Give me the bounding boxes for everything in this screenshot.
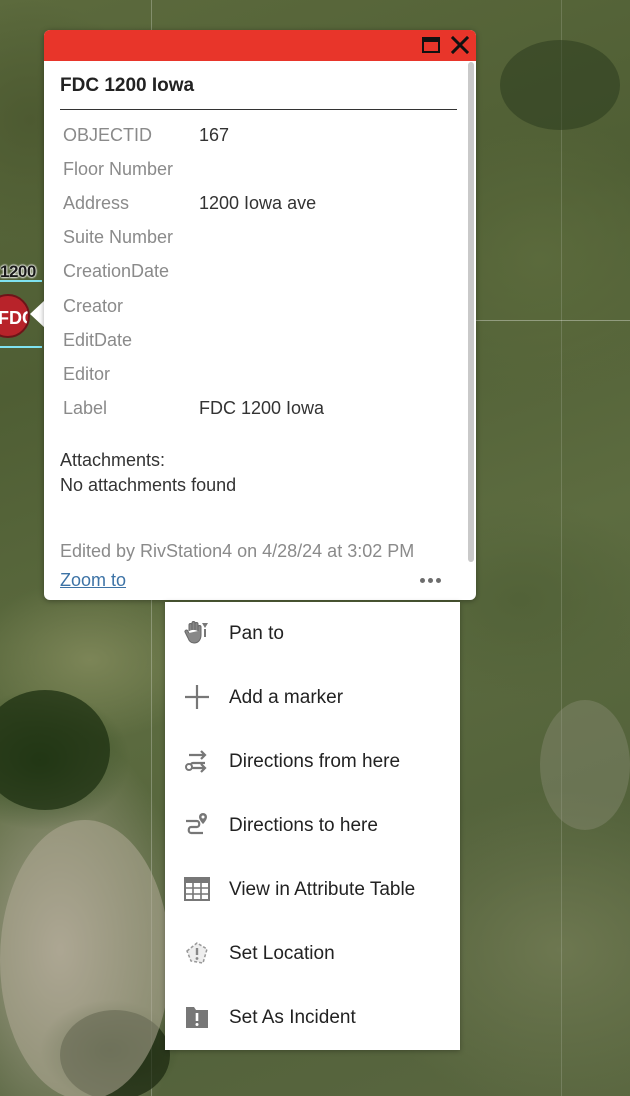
attribute-row: CreationDate [63, 255, 324, 289]
directions-to-icon [182, 810, 212, 840]
maximize-icon [422, 37, 440, 53]
attachments-heading: Attachments: [60, 450, 166, 470]
attachments-empty-text: No attachments found [60, 475, 237, 495]
attribute-row: Address 1200 Iowa ave [63, 186, 324, 220]
attribute-name: Address [63, 192, 130, 213]
attribute-value: 167 [199, 124, 230, 145]
menu-item-label: Add a marker [229, 687, 344, 708]
close-button[interactable] [449, 34, 471, 56]
menu-item-set-as-incident[interactable]: Set As Incident [165, 986, 460, 1050]
attribute-name: Creator [63, 295, 124, 316]
attribute-value: 1200 Iowa ave [199, 192, 317, 213]
ellipsis-icon [419, 577, 425, 583]
attribute-row: Creator [63, 289, 324, 323]
directions-from-icon [182, 746, 212, 776]
tree-canopy [0, 690, 110, 810]
incident-icon [182, 1002, 212, 1032]
pavement-area [0, 820, 170, 1096]
zoom-to-link[interactable]: Zoom to [60, 570, 126, 591]
attribute-row: Floor Number [63, 152, 324, 186]
edit-info-text: Edited by RivStation4 on 4/28/24 at 3:02… [60, 541, 415, 561]
attribute-row: Editor [63, 357, 324, 391]
ground-patch [540, 700, 630, 830]
attribute-value: FDC 1200 Iowa [199, 398, 325, 419]
popup-header [44, 30, 476, 61]
attribute-name: EditDate [63, 329, 133, 350]
feature-highlight-line [0, 346, 42, 348]
menu-item-label: Set Location [229, 943, 335, 964]
tree-canopy [500, 40, 620, 130]
feature-label: 1200 [0, 262, 36, 281]
pan-hand-icon [182, 618, 212, 648]
menu-item-label: Directions from here [229, 751, 401, 772]
title-divider [60, 109, 457, 110]
attribute-row: Label FDC 1200 Iowa [63, 392, 324, 426]
more-actions-button[interactable] [414, 567, 446, 593]
plus-icon [182, 682, 212, 712]
ellipsis-icon [435, 577, 441, 583]
feature-popup: FDC 1200 Iowa OBJECTID 167 Floor Number … [44, 30, 476, 600]
menu-item-directions-to[interactable]: Directions to here [165, 794, 460, 858]
close-icon [451, 36, 469, 54]
attribute-name: CreationDate [63, 261, 170, 282]
attribute-name: Floor Number [63, 158, 174, 179]
menu-item-label: Pan to [229, 623, 284, 644]
attribute-name: Editor [63, 363, 111, 384]
attribute-name: Label [63, 398, 108, 419]
attribute-table: OBJECTID 167 Floor Number Address 1200 I… [63, 118, 324, 426]
actions-menu: Pan to Add a marker Directions from here [165, 602, 460, 1050]
fdc-marker-icon[interactable]: FDC [0, 294, 30, 338]
menu-item-label: Set As Incident [229, 1007, 356, 1028]
popup-pointer [30, 300, 45, 328]
popup-title: FDC 1200 Iowa [60, 75, 195, 96]
menu-item-label: Directions to here [229, 815, 378, 836]
attribute-name: OBJECTID [63, 124, 153, 145]
map-grid-line [476, 320, 630, 321]
attribute-row: OBJECTID 167 [63, 118, 324, 152]
attribute-row: Suite Number [63, 221, 324, 255]
ellipsis-icon [427, 577, 433, 583]
maximize-button[interactable] [420, 34, 442, 56]
menu-item-label: View in Attribute Table [229, 879, 416, 900]
attribute-row: EditDate [63, 323, 324, 357]
popup-scrollbar[interactable] [468, 62, 474, 562]
menu-item-view-in-attribute-table[interactable]: View in Attribute Table [165, 858, 460, 922]
table-icon [182, 874, 212, 904]
menu-item-pan-to[interactable]: Pan to [165, 602, 460, 666]
menu-item-add-marker[interactable]: Add a marker [165, 666, 460, 730]
set-location-icon [182, 938, 212, 968]
menu-item-directions-from[interactable]: Directions from here [165, 730, 460, 794]
attribute-name: Suite Number [63, 227, 174, 248]
menu-item-set-location[interactable]: Set Location [165, 922, 460, 986]
map-grid-line [561, 0, 562, 1096]
